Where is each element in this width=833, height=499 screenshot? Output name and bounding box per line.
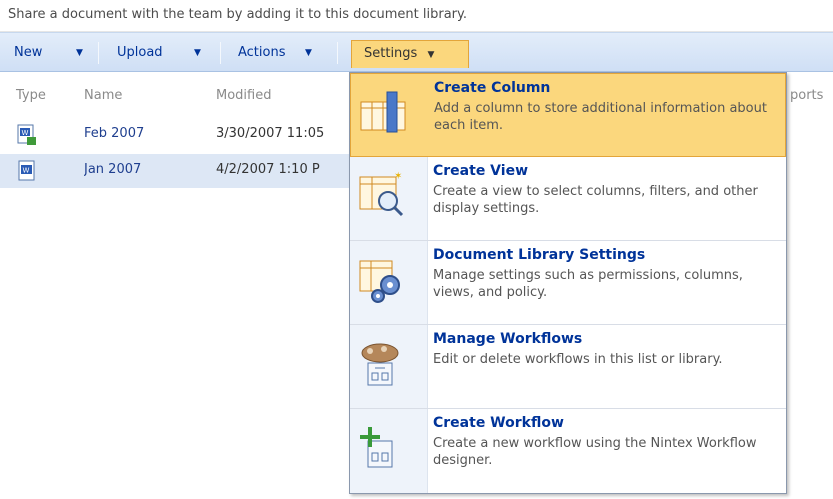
- create-column-icon: [360, 91, 406, 133]
- document-modified: 3/30/2007 11:05: [216, 126, 325, 141]
- menu-item-description: Manage settings such as permissions, col…: [433, 268, 743, 300]
- menu-item-title: Create Column: [434, 80, 551, 96]
- document-row[interactable]: W Jan 2007 4/2/2007 1:10 P: [0, 154, 380, 188]
- menu-item-description: Edit or delete workflows in this list or…: [433, 352, 723, 367]
- new-menu-arrow-icon[interactable]: ▼: [76, 41, 83, 65]
- new-button[interactable]: New: [14, 41, 42, 65]
- actions-button[interactable]: Actions: [238, 41, 286, 65]
- svg-text:W: W: [22, 129, 29, 137]
- menu-item-description: Create a new workflow using the Nintex W…: [433, 436, 757, 468]
- document-name-link[interactable]: Jan 2007: [84, 162, 141, 177]
- settings-dropdown-menu: Create Column Add a column to store addi…: [349, 72, 787, 494]
- column-header-modified[interactable]: Modified: [216, 88, 271, 103]
- word-document-icon: W: [18, 160, 35, 181]
- settings-label: Settings: [364, 46, 418, 61]
- library-description: Share a document with the team by adding…: [0, 0, 833, 32]
- menu-item-title: Create Workflow: [433, 415, 564, 431]
- create-view-icon: ✶: [359, 171, 404, 217]
- menu-item-title: Document Library Settings: [433, 247, 646, 263]
- create-workflow-icon: [360, 427, 393, 468]
- menu-item-description: Create a view to select columns, filters…: [433, 184, 758, 216]
- menu-item-title: Manage Workflows: [433, 331, 583, 347]
- settings-menu-arrow-icon: ▼: [427, 50, 435, 60]
- actions-menu-arrow-icon[interactable]: ▼: [305, 41, 312, 65]
- manage-workflows-icon: [361, 343, 399, 386]
- svg-text:✶: ✶: [394, 171, 402, 182]
- toolbar-separator: [220, 42, 221, 64]
- column-header-type[interactable]: Type: [16, 88, 46, 103]
- upload-button[interactable]: Upload: [117, 41, 163, 65]
- library-toolbar: New ▼ Upload ▼ Actions ▼ Settings ▼: [0, 32, 833, 72]
- column-header-reports[interactable]: ports: [790, 88, 823, 103]
- toolbar-separator: [337, 42, 338, 64]
- document-name-link[interactable]: Feb 2007: [84, 126, 144, 141]
- column-header-name[interactable]: Name: [84, 88, 122, 103]
- svg-text:W: W: [23, 167, 30, 175]
- document-row[interactable]: W Feb 2007 3/30/2007 11:05: [0, 118, 380, 152]
- toolbar-separator: [98, 42, 99, 64]
- document-modified: 4/2/2007 1:10 P: [216, 162, 320, 177]
- menu-item-create-view[interactable]: ✶ Create View Create a view to select co…: [350, 157, 786, 241]
- word-document-new-icon: W: [17, 124, 36, 145]
- menu-item-create-workflow[interactable]: Create Workflow Create a new workflow us…: [350, 409, 786, 493]
- library-settings-icon: [359, 260, 400, 303]
- menu-item-manage-workflows[interactable]: Manage Workflows Edit or delete workflow…: [350, 325, 786, 409]
- menu-item-create-column[interactable]: Create Column Add a column to store addi…: [350, 73, 786, 157]
- upload-menu-arrow-icon[interactable]: ▼: [194, 41, 201, 65]
- menu-item-title: Create View: [433, 163, 528, 179]
- settings-button[interactable]: Settings ▼: [351, 40, 469, 68]
- menu-item-library-settings[interactable]: Document Library Settings Manage setting…: [350, 241, 786, 325]
- menu-item-description: Add a column to store additional informa…: [434, 101, 767, 133]
